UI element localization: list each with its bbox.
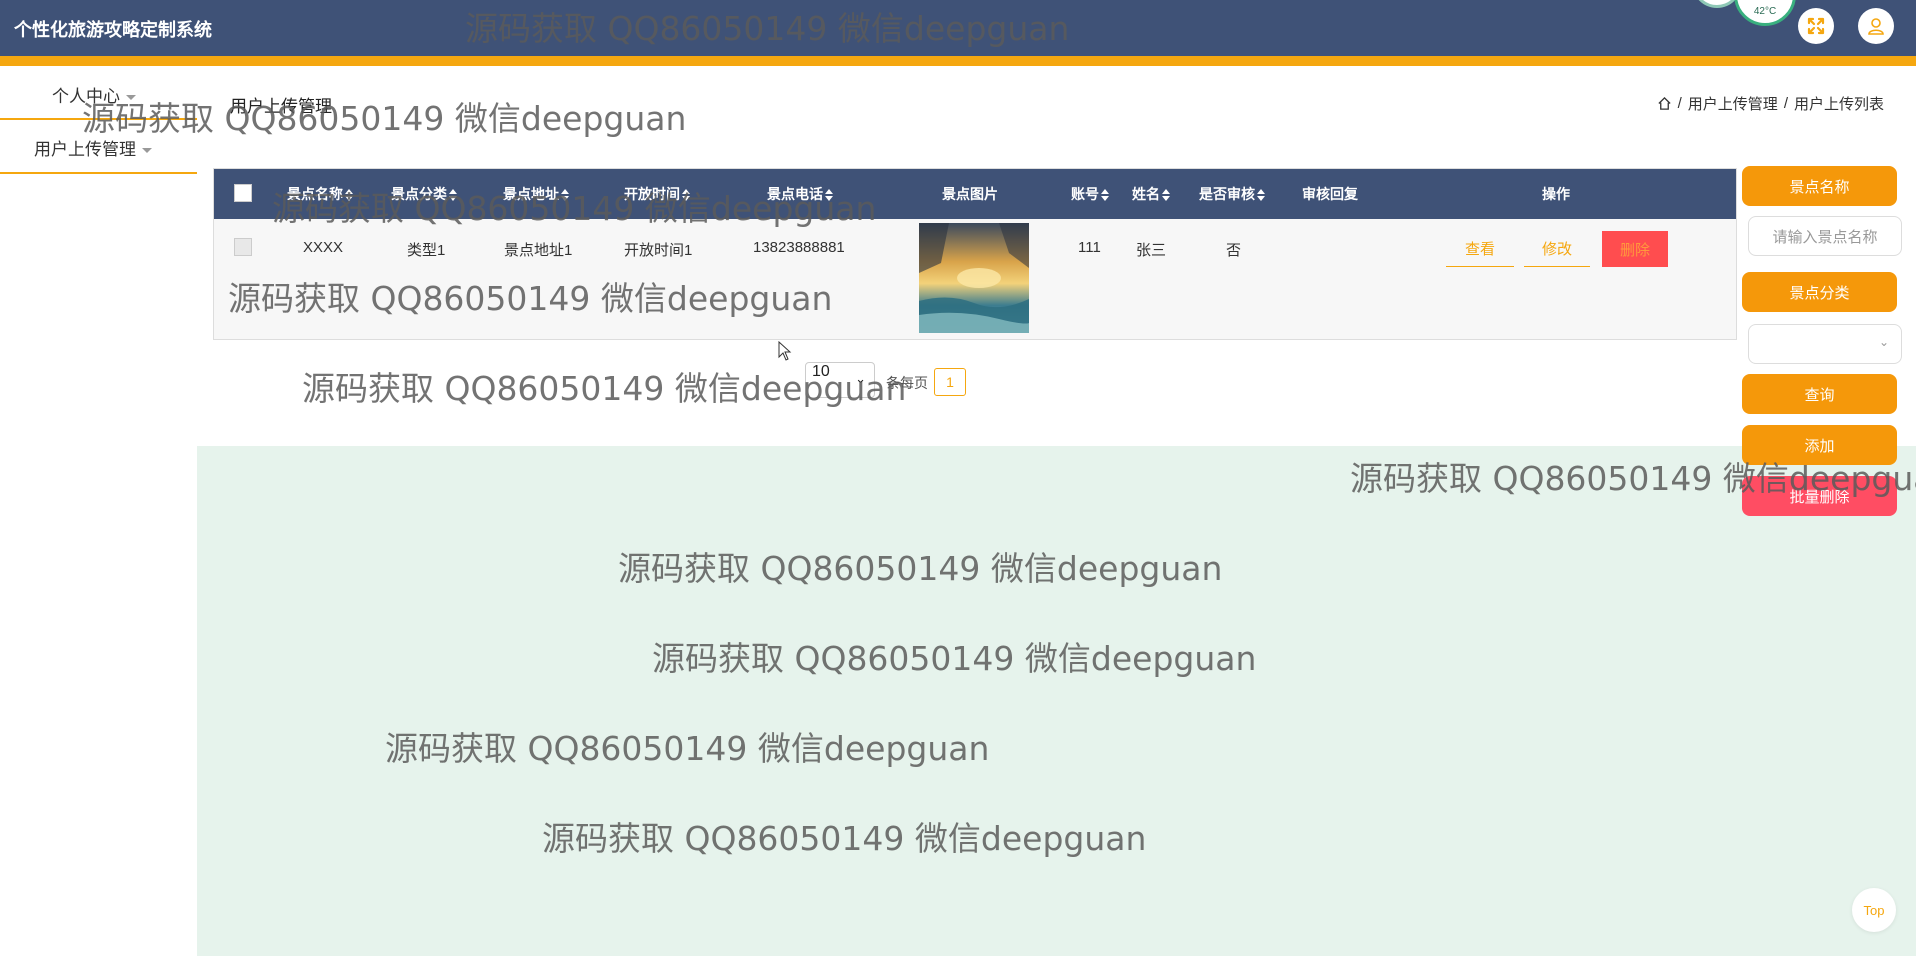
name-filter-label: 景点名称 [1742,166,1897,206]
cell-name: XXXX [303,239,344,256]
top-header: 个性化旅游攻略定制系统 [0,0,1916,56]
chevron-down-icon: ⌄ [1878,335,1889,349]
back-to-top-button[interactable]: Top [1852,888,1896,932]
header-open-time[interactable]: 开放时间 [624,184,690,204]
cell-account: 111 [1078,239,1101,256]
header-name[interactable]: 景点名称 [287,184,353,204]
header-category[interactable]: 景点分类 [391,184,457,204]
spot-image[interactable] [919,223,1029,333]
sort-icon [1162,189,1170,202]
sort-icon [561,189,569,202]
cell-open-time: 开放时间1 [624,242,693,259]
breadcrumb-item: 用户上传列表 [1793,96,1884,113]
batch-delete-button[interactable]: 批量删除 [1742,476,1897,516]
header-image: 景点图片 [942,186,998,202]
sidebar-item-profile[interactable]: 个人中心 [0,82,197,107]
cell-realname: 张三 [1136,242,1167,259]
fullscreen-button[interactable] [1798,8,1834,44]
content-background [197,446,1916,956]
breadcrumb-item[interactable]: 用户上传管理 [1688,93,1778,114]
breadcrumb: / 用户上传管理 / 用户上传列表 [1657,93,1884,114]
select-all-checkbox[interactable] [234,184,252,202]
sort-icon [449,189,457,202]
cell-address: 景点地址1 [504,242,573,259]
home-icon[interactable] [1657,96,1672,111]
active-indicator [0,172,197,174]
page-title: 用户上传管理 [230,97,332,116]
view-button[interactable]: 查看 [1446,231,1514,267]
chevron-down-icon: ⌄ [855,371,866,386]
sort-icon [1257,189,1265,202]
sidebar-item-label: 个人中心 [52,87,120,106]
header-actions: 操作 [1542,186,1570,202]
page-size-value: 10 [812,363,830,380]
cell-phone: 13823888881 [753,239,845,256]
header-reviewed[interactable]: 是否审核 [1199,184,1265,204]
name-search-input[interactable]: 请输入景点名称 [1748,216,1902,256]
breadcrumb-separator: / [1677,95,1682,112]
chevron-down-icon [142,148,152,154]
user-button[interactable] [1858,8,1894,44]
header-account[interactable]: 账号 [1071,184,1109,204]
user-icon [1868,18,1884,35]
sort-icon [682,189,690,202]
app-title: 个性化旅游攻略定制系统 [14,20,212,40]
edit-button[interactable]: 修改 [1524,231,1590,267]
header-reply: 审核回复 [1302,186,1358,202]
sort-icon [345,189,353,202]
page-size-select[interactable]: 10 ⌄ [805,362,875,398]
query-button[interactable]: 查询 [1742,374,1897,414]
category-select[interactable]: ⌄ [1748,324,1902,364]
row-checkbox[interactable] [234,238,252,256]
chevron-down-icon [126,95,136,101]
add-button[interactable]: 添加 [1742,425,1897,465]
breadcrumb-separator: / [1783,95,1788,112]
weather-temp: 42°C [1753,6,1777,17]
mouse-cursor-icon [778,341,792,361]
fullscreen-icon [1807,17,1825,35]
sort-icon [825,189,833,202]
cell-reviewed: 否 [1226,242,1242,259]
category-filter-label: 景点分类 [1742,272,1897,312]
divider [0,118,197,120]
cell-category: 类型1 [407,242,446,259]
sidebar-item-label: 用户上传管理 [34,140,136,159]
data-table: 景点名称 景点分类 景点地址 开放时间 景点电话 景点图片 账号 姓名 是否审核… [213,168,1737,340]
header-accent-bar [0,56,1916,66]
sidebar-item-upload-manage[interactable]: 用户上传管理 [0,135,197,160]
header-phone[interactable]: 景点电话 [767,184,833,204]
page-button[interactable]: 1 [934,368,966,396]
sort-icon [1101,189,1109,202]
delete-button[interactable]: 删除 [1602,231,1668,267]
header-address[interactable]: 景点地址 [503,184,569,204]
table-header: 景点名称 景点分类 景点地址 开放时间 景点电话 景点图片 账号 姓名 是否审核… [214,169,1736,219]
per-page-label: 条每页 [886,375,928,391]
sidebar: 个人中心 用户上传管理 [0,66,197,956]
header-realname[interactable]: 姓名 [1132,184,1170,204]
